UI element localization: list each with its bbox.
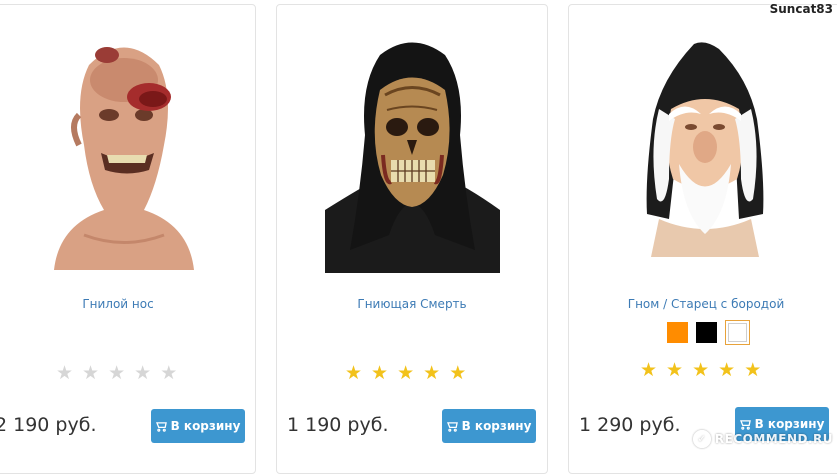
cart-icon xyxy=(446,421,458,432)
star-icon[interactable]: ★ xyxy=(718,361,735,380)
star-icon[interactable]: ★ xyxy=(666,361,683,380)
product-price: 1 190 руб. xyxy=(287,414,389,436)
star-icon[interactable]: ★ xyxy=(744,361,761,380)
recommend-logo-icon: ✓ xyxy=(692,430,711,448)
star-icon[interactable]: ★ xyxy=(82,364,99,383)
product-card: Гном / Старец с бородой ★ ★ ★ ★ ★ 1 290 руб.… xyxy=(568,4,837,474)
star-icon[interactable]: ★ xyxy=(160,364,177,383)
watermark-site: ✓ RECOMMEND.RU xyxy=(692,430,833,448)
star-icon[interactable]: ★ xyxy=(640,361,657,380)
add-to-cart-label: В корзину xyxy=(170,419,241,433)
color-options xyxy=(667,320,750,345)
product-price: 1 290 руб. xyxy=(579,414,681,436)
product-image[interactable] xyxy=(639,39,771,257)
star-icon[interactable]: ★ xyxy=(692,361,709,380)
add-to-cart-button[interactable]: В корзину xyxy=(151,409,245,443)
color-swatch-black[interactable] xyxy=(696,322,717,343)
product-image[interactable] xyxy=(325,35,500,273)
product-title-link[interactable]: Гнилой нос xyxy=(0,297,255,311)
star-icon[interactable]: ★ xyxy=(371,364,388,383)
color-swatch-white[interactable] xyxy=(725,320,750,345)
add-to-cart-label: В корзину xyxy=(461,419,532,433)
product-card: Гниющая Смерть ★ ★ ★ ★ ★ 1 190 руб. В корзин… xyxy=(276,4,548,474)
star-icon[interactable]: ★ xyxy=(134,364,151,383)
star-icon[interactable]: ★ xyxy=(397,364,414,383)
add-to-cart-label: В корзину xyxy=(754,417,825,431)
product-card: Гнилой нос ★ ★ ★ ★ ★ 2 190 руб. В корзину xyxy=(0,4,256,474)
star-icon[interactable]: ★ xyxy=(56,364,73,383)
color-swatch-orange[interactable] xyxy=(667,322,688,343)
star-icon[interactable]: ★ xyxy=(345,364,362,383)
cart-icon xyxy=(739,419,751,430)
star-icon[interactable]: ★ xyxy=(449,364,466,383)
star-icon[interactable]: ★ xyxy=(423,364,440,383)
product-price: 2 190 руб. xyxy=(0,414,97,436)
cart-icon xyxy=(155,421,167,432)
star-icon[interactable]: ★ xyxy=(108,364,125,383)
product-image[interactable] xyxy=(49,35,199,275)
watermark-username: Suncat83 xyxy=(769,2,833,16)
rating-stars: ★ ★ ★ ★ ★ xyxy=(345,364,466,383)
rating-stars: ★ ★ ★ ★ ★ xyxy=(640,361,761,380)
product-title-link[interactable]: Гном / Старец с бородой xyxy=(569,297,837,311)
add-to-cart-button[interactable]: В корзину xyxy=(442,409,536,443)
rating-stars: ★ ★ ★ ★ ★ xyxy=(56,364,177,383)
product-title-link[interactable]: Гниющая Смерть xyxy=(277,297,547,311)
watermark-site-label: RECOMMEND.RU xyxy=(714,432,833,446)
